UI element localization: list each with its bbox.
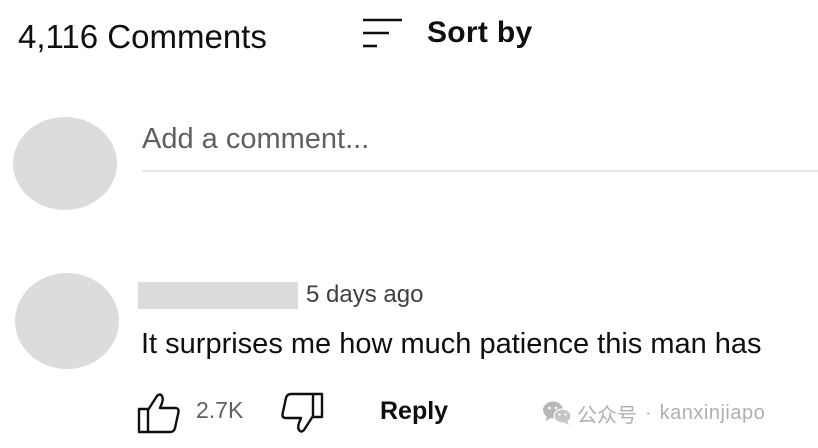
like-button[interactable] (137, 392, 181, 434)
comment-timestamp[interactable]: 5 days ago (306, 279, 423, 311)
author-name-redacted (138, 282, 298, 309)
watermark-handle: kanxinjiapo (659, 401, 766, 424)
like-count: 2.7K (196, 397, 244, 423)
thumbs-up-icon (137, 393, 180, 434)
add-comment-placeholder: Add a comment... (142, 123, 370, 155)
watermark-account-label: 公众号 (577, 404, 637, 427)
comments-section: 4,116 Comments Sort by Add a comment... … (0, 0, 818, 448)
sort-button[interactable]: Sort by (360, 12, 532, 54)
comment-text: It surprises me how much patience this m… (141, 328, 762, 360)
sort-label: Sort by (427, 16, 533, 49)
sort-lines-icon (363, 18, 402, 48)
dislike-button[interactable] (280, 392, 324, 434)
reply-button[interactable]: Reply (380, 395, 448, 427)
comments-count: 4,116 Comments (18, 18, 267, 55)
thumbs-down-icon (281, 392, 324, 433)
watermark: 公众号 · kanxinjiapo (542, 398, 765, 428)
watermark-separator: · (645, 401, 652, 424)
add-comment-field[interactable]: Add a comment... (142, 118, 818, 172)
commenter-avatar[interactable] (15, 273, 119, 369)
wechat-icon (543, 401, 572, 425)
user-avatar (13, 117, 117, 210)
